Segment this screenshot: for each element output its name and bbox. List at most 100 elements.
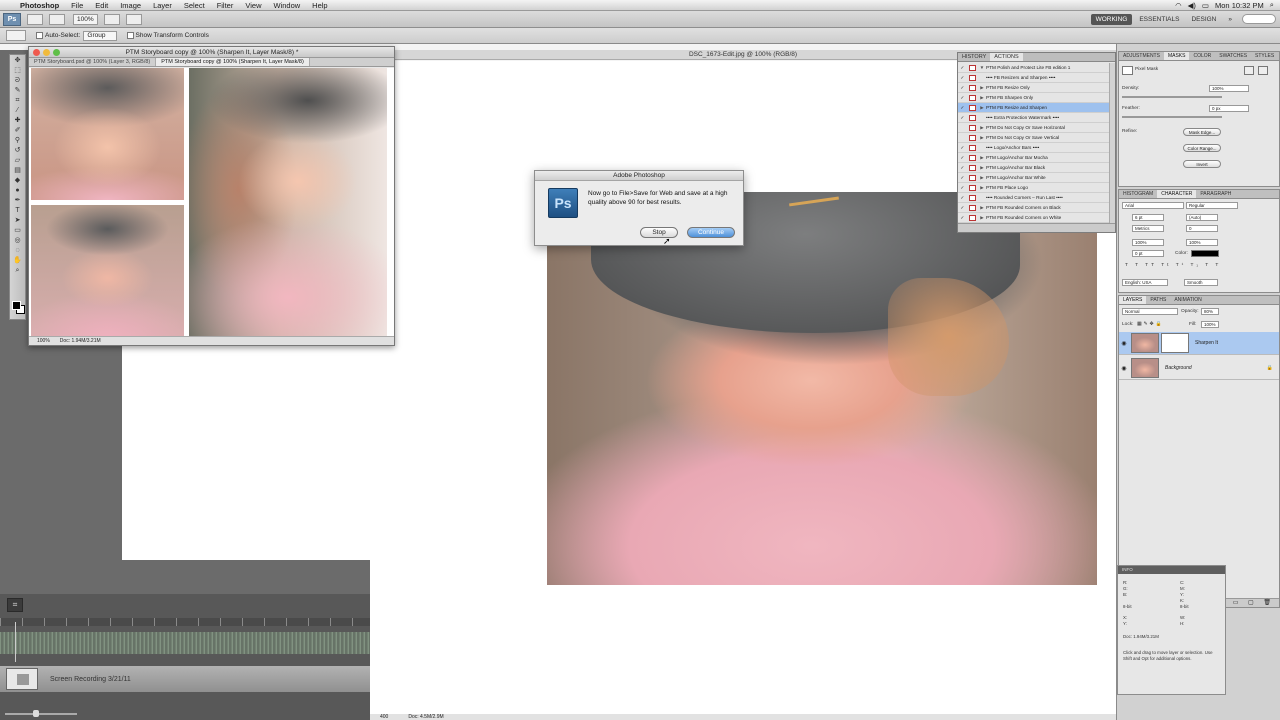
tab-paths[interactable]: PATHS [1146, 296, 1170, 304]
auto-select-checkbox[interactable] [36, 32, 43, 39]
battery-icon[interactable]: ▭ [1202, 1, 1209, 10]
visibility-eye-icon[interactable]: ◉ [1119, 365, 1129, 372]
search-field[interactable] [1242, 14, 1276, 24]
kerning-field[interactable]: Metrics [1132, 225, 1164, 232]
stamp-tool-icon[interactable]: ⚲ [11, 136, 24, 145]
crop-icon[interactable]: ⌗ [7, 598, 23, 612]
timeline-ruler[interactable] [0, 618, 370, 626]
show-transform-checkbox[interactable] [126, 32, 134, 39]
horizontal-scale-field[interactable]: 100% [1186, 239, 1218, 246]
action-row[interactable]: ✓ ▶ PTM FB Resize and Sharpen [958, 103, 1110, 113]
crop-tool-icon[interactable]: ⌗ [11, 96, 24, 105]
dialog-toggle-icon[interactable] [969, 104, 976, 111]
storyboard-canvas[interactable] [29, 68, 394, 338]
language-select[interactable]: English: USA [1122, 279, 1168, 286]
view-extras-icon[interactable] [49, 13, 65, 25]
action-toggle-checkbox[interactable]: ✓ [958, 165, 967, 171]
launch-bridge-icon[interactable] [27, 13, 43, 25]
blur-tool-icon[interactable]: ◆ [11, 176, 24, 185]
expand-arrow-icon[interactable]: ▼ [978, 65, 986, 70]
tab-character[interactable]: CHARACTER [1157, 190, 1197, 198]
font-size-field[interactable]: 6 pt [1132, 214, 1164, 221]
density-slider[interactable] [1122, 96, 1222, 98]
menu-window[interactable]: Window [267, 1, 306, 10]
brush-tool-icon[interactable]: ✐ [11, 126, 24, 135]
workspace-working[interactable]: WORKING [1090, 13, 1133, 25]
tab-storyboard-copy[interactable]: PTM Storyboard copy @ 100% (Sharpen It, … [156, 58, 310, 66]
tab-paragraph[interactable]: PARAGRAPH [1196, 190, 1235, 198]
storyboard-window[interactable]: PTM Storyboard copy @ 100% (Sharpen It, … [28, 46, 395, 346]
dialog-toggle-icon[interactable] [969, 94, 976, 101]
zoom-level-select[interactable]: 100% [73, 13, 98, 25]
action-row[interactable]: ✓ •••• FB Resizers and Sharpen •••• [958, 73, 1110, 83]
action-toggle-checkbox[interactable]: ✓ [958, 205, 967, 211]
timeline-zoom-knob[interactable] [33, 710, 39, 717]
action-row[interactable]: ✓ ▶ PTM FB Rounded Corners on White [958, 213, 1110, 223]
stop-button[interactable]: Stop [640, 227, 678, 238]
action-toggle-checkbox[interactable]: ✓ [958, 145, 967, 151]
expand-arrow-icon[interactable]: ▶ [978, 85, 986, 91]
menu-image[interactable]: Image [114, 1, 147, 10]
action-toggle-checkbox[interactable]: ✓ [958, 195, 967, 201]
3d-rotate-tool-icon[interactable]: ◎ [11, 236, 24, 245]
history-brush-tool-icon[interactable]: ↺ [11, 146, 24, 155]
action-row[interactable]: ✓ ▶ PTM Logo/Anchor Bar Black [958, 163, 1110, 173]
action-row[interactable]: ✓ •••• Logo/Anchor Bars •••• [958, 143, 1110, 153]
tab-styles[interactable]: STYLES [1251, 52, 1278, 60]
layer-name[interactable]: Background [1165, 365, 1192, 371]
close-icon[interactable] [33, 48, 40, 56]
action-row[interactable]: ✓ ▶ PTM FB Sharpen Only [958, 93, 1110, 103]
layer-name[interactable]: Sharpen It [1195, 340, 1218, 346]
foreground-color-swatch[interactable] [12, 301, 21, 310]
menu-view[interactable]: View [239, 1, 267, 10]
tab-swatches[interactable]: SWATCHES [1215, 52, 1251, 60]
expand-arrow-icon[interactable]: ▶ [978, 215, 986, 221]
fill-field[interactable]: 100% [1201, 321, 1219, 328]
gradient-tool-icon[interactable]: ▤ [11, 166, 24, 175]
feather-field[interactable]: 0 px [1209, 105, 1249, 112]
menu-select[interactable]: Select [178, 1, 211, 10]
actions-scrollbar[interactable] [1109, 63, 1115, 223]
action-row[interactable]: ✓ ▶ PTM FB Place Logo [958, 183, 1110, 193]
expand-arrow-icon[interactable]: ▶ [978, 105, 986, 111]
action-toggle-checkbox[interactable]: ✓ [958, 155, 967, 161]
menu-clock[interactable]: Mon 10:32 PM [1215, 1, 1264, 10]
expand-arrow-icon[interactable]: ▶ [978, 95, 986, 101]
dialog-toggle-icon[interactable] [969, 114, 976, 121]
invert-button[interactable]: Invert [1183, 160, 1221, 168]
dialog-toggle-icon[interactable] [969, 74, 976, 81]
tab-masks[interactable]: MASKS [1163, 52, 1190, 60]
menu-layer[interactable]: Layer [147, 1, 178, 10]
volume-icon[interactable]: ◀) [1188, 1, 1196, 10]
main-photo[interactable] [547, 192, 1097, 585]
dialog-toggle-icon[interactable] [969, 184, 976, 191]
tab-animation[interactable]: ANIMATION [1170, 296, 1205, 304]
color-range-button[interactable]: Color Range... [1183, 144, 1221, 152]
minimize-icon[interactable] [43, 48, 50, 56]
tab-layers[interactable]: LAYERS [1119, 296, 1147, 304]
action-toggle-checkbox[interactable]: ✓ [958, 175, 967, 181]
screen-mode-icon[interactable] [125, 13, 142, 25]
action-row[interactable]: ✓ •••• Rounded Corners – Run Last •••• [958, 193, 1110, 203]
type-style-buttons[interactable]: T T TT Tt T¹ T₁ T T [1125, 263, 1221, 268]
opacity-field[interactable]: 80% [1201, 308, 1219, 315]
menu-filter[interactable]: Filter [211, 1, 240, 10]
dialog-toggle-icon[interactable] [969, 174, 976, 181]
3d-orbit-tool-icon[interactable]: ◌ [11, 246, 24, 255]
expand-arrow-icon[interactable]: ▶ [978, 205, 986, 211]
expand-arrow-icon[interactable]: ▶ [978, 125, 986, 131]
pen-tool-icon[interactable]: ✒ [11, 196, 24, 205]
expand-arrow-icon[interactable]: ▶ [978, 185, 986, 191]
shape-tool-icon[interactable]: ▭ [11, 226, 24, 235]
layer-mask-thumbnail[interactable] [1161, 333, 1189, 353]
expand-arrow-icon[interactable]: ▶ [978, 175, 986, 181]
lasso-tool-icon[interactable]: ᘐ [11, 76, 24, 85]
storyboard-titlebar[interactable]: PTM Storyboard copy @ 100% (Sharpen It, … [29, 47, 394, 58]
move-tool-icon[interactable]: ✥ [11, 56, 24, 65]
dialog-toggle-icon[interactable] [969, 144, 976, 151]
dialog-toggle-icon[interactable] [969, 64, 976, 71]
dialog-toggle-icon[interactable] [969, 134, 976, 141]
workspace-design[interactable]: DESIGN [1186, 14, 1221, 25]
baseline-shift-field[interactable]: 0 pt [1132, 250, 1164, 257]
timeline-zoom-slider[interactable] [5, 713, 77, 715]
